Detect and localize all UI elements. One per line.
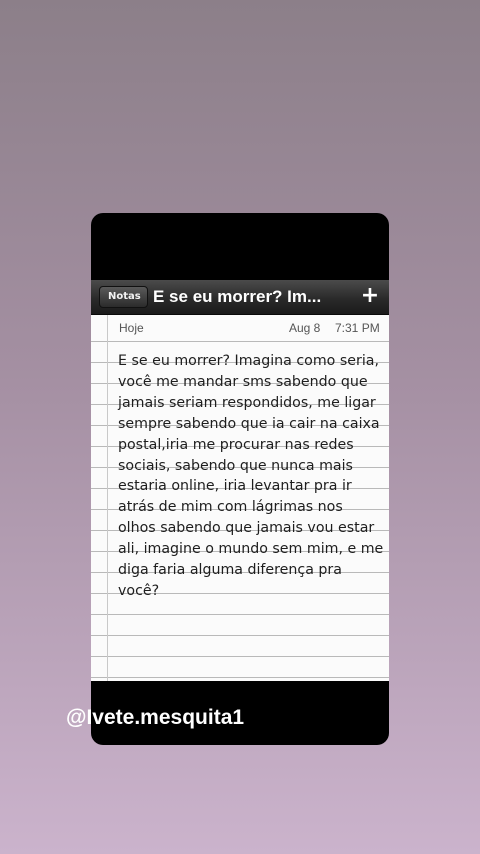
add-note-button[interactable]: + — [359, 285, 381, 307]
note-meta: Hoje Aug 8 7:31 PM — [91, 321, 389, 337]
note-title: E se eu morrer? Im... — [153, 287, 322, 306]
story-username: @Ivete.mesquita1 — [66, 706, 245, 729]
note-time: 7:31 PM — [335, 321, 380, 335]
note-paper[interactable]: Hoje Aug 8 7:31 PM E se eu morrer? Imagi… — [91, 315, 389, 681]
back-button[interactable]: Notas — [99, 286, 148, 308]
note-day: Hoje — [119, 321, 144, 335]
screenshot-frame: Notas E se eu morrer? Im... + Hoje Aug 8… — [91, 213, 389, 745]
note-date: Aug 8 — [289, 321, 321, 335]
notes-header: Notas E se eu morrer? Im... + — [91, 280, 389, 315]
note-body[interactable]: E se eu morrer? Imagina como seria, você… — [118, 351, 384, 602]
